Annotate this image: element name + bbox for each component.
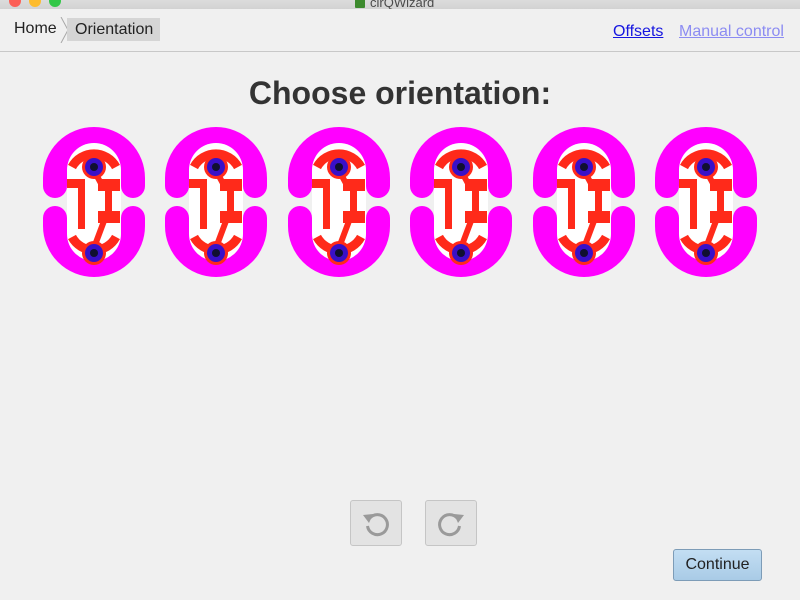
close-window-button[interactable]	[9, 0, 21, 7]
orientation-option-6[interactable]	[652, 122, 760, 282]
board-preview	[43, 127, 145, 277]
rotate-clockwise-icon	[438, 513, 464, 537]
rotate-counterclockwise-icon	[363, 513, 389, 537]
app-icon	[355, 0, 365, 8]
offsets-link[interactable]: Offsets	[613, 23, 663, 41]
title-bar: cirQWizard	[0, 0, 800, 9]
zoom-window-button[interactable]	[49, 0, 61, 7]
orientation-option-2[interactable]	[162, 122, 270, 282]
breadcrumb-orientation[interactable]: Orientation	[67, 18, 161, 41]
board-preview	[287, 127, 390, 277]
orientation-option-1[interactable]	[40, 122, 148, 282]
minimize-window-button[interactable]	[29, 0, 41, 7]
window-title: cirQWizard	[355, 0, 434, 9]
rotate-left-button[interactable]	[350, 500, 402, 546]
navigation-bar: Home Orientation Offsets Manual control	[0, 9, 800, 52]
window-title-text: cirQWizard	[370, 0, 435, 9]
board-preview	[410, 127, 513, 277]
main-window: Home Orientation Offsets Manual control …	[0, 9, 800, 600]
page-heading: Choose orientation:	[248, 75, 552, 111]
rotate-right-button[interactable]	[425, 500, 477, 546]
orientation-option-3[interactable]	[285, 122, 393, 282]
orientation-options	[40, 122, 760, 292]
breadcrumb-home[interactable]: Home	[8, 17, 63, 41]
manual-control-link[interactable]: Manual control	[679, 23, 784, 41]
board-preview	[532, 127, 635, 277]
orientation-option-4[interactable]	[407, 122, 515, 282]
board-preview	[655, 127, 757, 277]
orientation-option-5[interactable]	[530, 122, 638, 282]
board-preview	[165, 127, 268, 277]
continue-button[interactable]: Continue	[673, 549, 762, 581]
